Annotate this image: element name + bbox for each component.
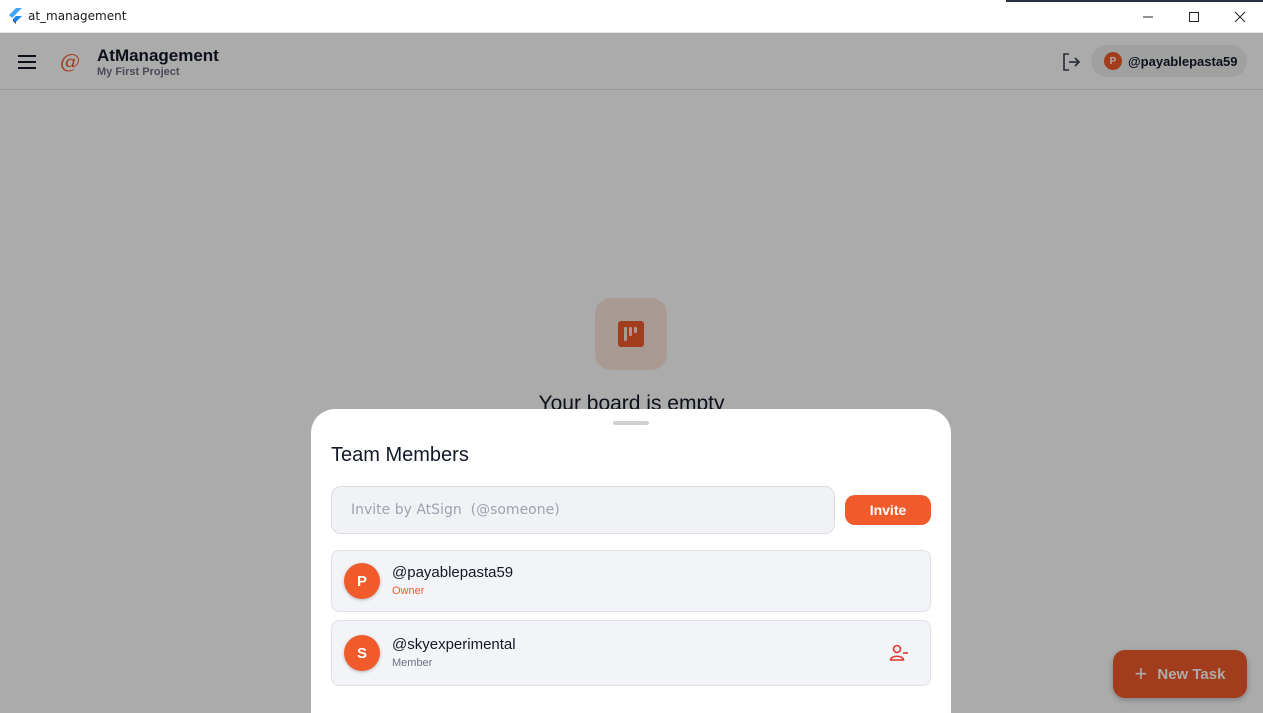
member-row: P @payablepasta59 Owner	[331, 550, 931, 612]
invite-button[interactable]: Invite	[845, 495, 931, 525]
window-title: at_management	[28, 9, 127, 23]
member-role: Member	[392, 657, 433, 669]
sheet-title: Team Members	[331, 444, 469, 466]
member-role: Owner	[392, 585, 425, 597]
member-handle: @skyexperimental	[392, 636, 516, 653]
member-handle: @payablepasta59	[392, 564, 514, 581]
remove-user-icon[interactable]	[888, 642, 910, 664]
window-controls	[1125, 0, 1263, 33]
member-avatar: P	[344, 563, 380, 599]
flutter-icon	[9, 8, 22, 24]
drag-handle[interactable]	[613, 421, 649, 425]
member-row: S @skyexperimental Member	[331, 620, 931, 686]
minimize-icon[interactable]	[1125, 0, 1171, 33]
maximize-icon[interactable]	[1171, 0, 1217, 33]
close-icon[interactable]	[1217, 0, 1263, 33]
member-avatar: S	[344, 635, 380, 671]
window-title-bar: at_management	[0, 0, 1263, 33]
team-members-sheet: Team Members Invite P @payablepasta59 Ow…	[311, 409, 951, 713]
invite-atsign-input[interactable]	[331, 486, 835, 534]
background-window-strip	[1006, 0, 1263, 2]
